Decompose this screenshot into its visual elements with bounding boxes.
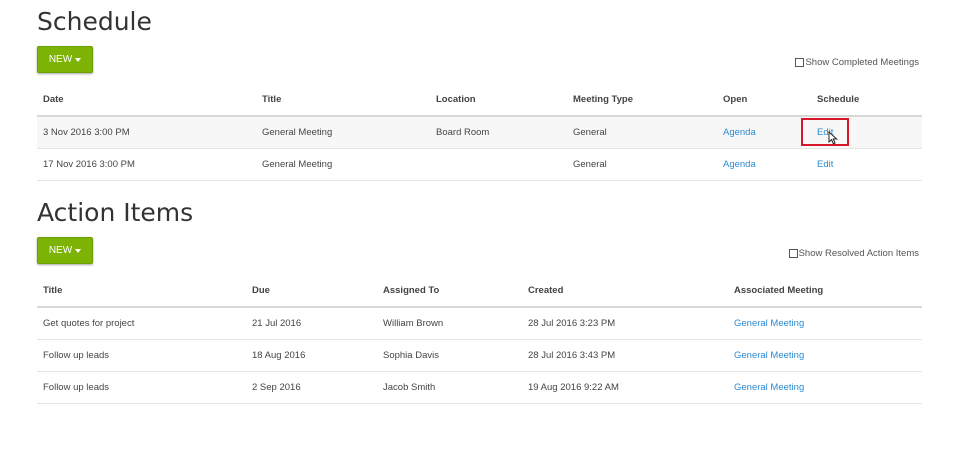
table-row[interactable]: 17 Nov 2016 3:00 PM General Meeting Gene… — [37, 148, 922, 181]
schedule-table: Date Title Location Meeting Type Open Sc… — [37, 84, 922, 181]
action-created: 28 Jul 2016 3:23 PM — [522, 307, 728, 340]
col-title[interactable]: Title — [37, 275, 246, 308]
associated-meeting-link[interactable]: General Meeting — [734, 318, 804, 329]
caret-down-icon — [75, 58, 82, 62]
show-completed-meetings-toggle[interactable]: Show Completed Meetings — [795, 57, 919, 68]
col-title[interactable]: Title — [256, 84, 430, 117]
action-due: 21 Jul 2016 — [246, 307, 377, 340]
action-assigned-to: Sophia Davis — [377, 339, 522, 372]
new-meeting-button[interactable]: NEW — [37, 46, 93, 73]
col-location[interactable]: Location — [430, 84, 567, 117]
schedule-header-row: Date Title Location Meeting Type Open Sc… — [37, 84, 922, 117]
col-open: Open — [717, 84, 811, 117]
col-schedule: Schedule — [811, 84, 922, 117]
associated-meeting-link[interactable]: General Meeting — [734, 382, 804, 393]
mouse-cursor-icon — [828, 131, 838, 145]
action-title: Get quotes for project — [37, 307, 246, 340]
col-assigned-to[interactable]: Assigned To — [377, 275, 522, 308]
action-items-table: Title Due Assigned To Created Associated… — [37, 275, 922, 404]
action-title: Follow up leads — [37, 371, 246, 404]
agenda-link[interactable]: Agenda — [723, 127, 756, 138]
show-completed-label: Show Completed Meetings — [805, 57, 919, 68]
edit-link[interactable]: Edit — [817, 159, 833, 170]
table-row[interactable]: Follow up leads 2 Sep 2016 Jacob Smith 1… — [37, 371, 922, 404]
edit-highlight-box — [801, 118, 849, 146]
action-created: 19 Aug 2016 9:22 AM — [522, 371, 728, 404]
action-assigned-to: William Brown — [377, 307, 522, 340]
meeting-date: 3 Nov 2016 3:00 PM — [37, 116, 256, 149]
new-action-item-label: NEW — [48, 245, 73, 256]
show-resolved-checkbox[interactable] — [788, 249, 798, 258]
meeting-type: General — [567, 148, 717, 181]
col-date[interactable]: Date — [37, 84, 256, 117]
action-created: 28 Jul 2016 3:43 PM — [522, 339, 728, 372]
action-due: 2 Sep 2016 — [246, 371, 377, 404]
show-resolved-label: Show Resolved Action Items — [798, 248, 919, 259]
col-due[interactable]: Due — [246, 275, 377, 308]
associated-meeting-link[interactable]: General Meeting — [734, 350, 804, 361]
action-items-header-row: Title Due Assigned To Created Associated… — [37, 275, 922, 308]
schedule-title: Schedule — [37, 7, 152, 36]
show-completed-checkbox[interactable] — [795, 58, 805, 67]
new-action-item-button[interactable]: NEW — [37, 237, 93, 264]
meeting-title: General Meeting — [256, 116, 430, 149]
col-meeting-type[interactable]: Meeting Type — [567, 84, 717, 117]
table-row[interactable]: Get quotes for project 21 Jul 2016 Willi… — [37, 307, 922, 340]
meeting-location: Board Room — [430, 116, 567, 149]
table-row[interactable]: 3 Nov 2016 3:00 PM General Meeting Board… — [37, 116, 922, 149]
agenda-link[interactable]: Agenda — [723, 159, 756, 170]
col-associated-meeting[interactable]: Associated Meeting — [728, 275, 922, 308]
action-items-title: Action Items — [37, 198, 194, 227]
action-assigned-to: Jacob Smith — [377, 371, 522, 404]
meeting-title: General Meeting — [256, 148, 430, 181]
new-meeting-label: NEW — [48, 54, 73, 65]
table-row[interactable]: Follow up leads 18 Aug 2016 Sophia Davis… — [37, 339, 922, 372]
meeting-location — [430, 148, 567, 181]
meeting-type: General — [567, 116, 717, 149]
action-due: 18 Aug 2016 — [246, 339, 377, 372]
col-created[interactable]: Created — [522, 275, 728, 308]
action-title: Follow up leads — [37, 339, 246, 372]
caret-down-icon — [75, 249, 82, 253]
meeting-date: 17 Nov 2016 3:00 PM — [37, 148, 256, 181]
show-resolved-action-items-toggle[interactable]: Show Resolved Action Items — [788, 248, 919, 259]
